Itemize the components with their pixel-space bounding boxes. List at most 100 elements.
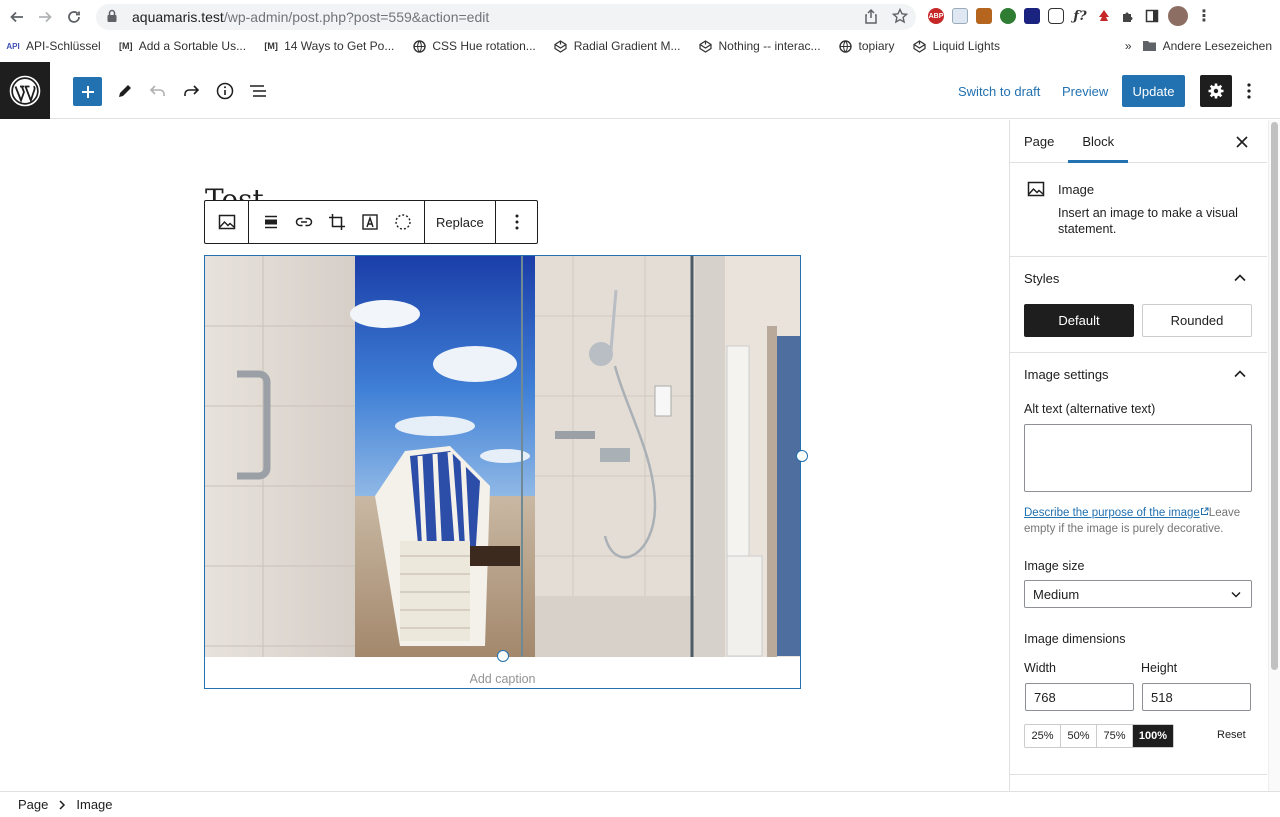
page-title[interactable]: Test	[205, 186, 285, 200]
plus-icon	[81, 85, 94, 98]
percent-75-button[interactable]: 75%	[1097, 725, 1133, 747]
bookmark-item[interactable]: Radial Gradient M...	[554, 39, 680, 53]
list-view-button[interactable]	[243, 76, 273, 106]
alt-text-input[interactable]	[1024, 424, 1252, 492]
color-picker-extension-icon[interactable]	[976, 8, 992, 24]
block-type-button[interactable]	[205, 201, 248, 243]
crop-icon	[328, 214, 345, 230]
edit-mode-button[interactable]	[110, 76, 140, 106]
image-size-label: Image size	[1024, 559, 1085, 573]
bookmark-label: Add a Sortable Us...	[138, 39, 247, 53]
settings-button[interactable]	[1200, 75, 1232, 107]
bookmark-item[interactable]: Liquid Lights	[913, 39, 1000, 53]
update-button[interactable]: Update	[1122, 75, 1185, 107]
chevron-up-icon	[1234, 370, 1246, 378]
breadcrumb-image[interactable]: Image	[76, 797, 112, 812]
chevron-down-icon	[1231, 591, 1241, 598]
align-button[interactable]	[254, 201, 287, 243]
close-icon[interactable]	[1232, 132, 1252, 152]
wordpress-logo-button[interactable]	[0, 62, 50, 119]
bookmark-item[interactable]: CSS Hue rotation...	[412, 39, 536, 53]
reset-button[interactable]: Reset	[1217, 729, 1246, 741]
undo-icon	[149, 85, 165, 96]
sidebar-tabs: Page Block	[1010, 120, 1267, 163]
options-menu-icon[interactable]	[1240, 76, 1258, 106]
replace-button[interactable]: Replace	[425, 201, 495, 243]
tab-block[interactable]: Block	[1068, 120, 1129, 163]
percent-25-button[interactable]: 25%	[1025, 725, 1061, 747]
text-overlay-button[interactable]	[353, 201, 386, 243]
reload-icon[interactable]	[59, 2, 89, 32]
share-icon[interactable]	[864, 8, 878, 27]
describe-purpose-link[interactable]: Describe the purpose of the image	[1024, 507, 1200, 519]
settings-sidebar: Page Block Image Insert an image to make…	[1009, 120, 1267, 791]
block-options-icon[interactable]	[496, 201, 539, 243]
info-icon	[216, 82, 234, 100]
percentage-buttons: 25% 50% 75% 100%	[1024, 724, 1174, 748]
other-bookmarks-folder[interactable]: Andere Lesezeichen	[1142, 39, 1272, 53]
details-button[interactable]	[210, 76, 240, 106]
align-center-icon	[264, 215, 277, 229]
adblock-extension-icon[interactable]: ABP	[928, 8, 944, 24]
bookmark-item[interactable]: topiary	[839, 39, 895, 53]
styles-panel-toggle[interactable]: Styles	[1024, 271, 1059, 286]
forward-icon[interactable]	[30, 2, 60, 32]
tree-extension-icon[interactable]	[1096, 8, 1112, 24]
other-bookmarks-label: Andere Lesezeichen	[1162, 39, 1272, 53]
style-rounded-button[interactable]: Rounded	[1142, 304, 1252, 337]
link-icon	[295, 217, 312, 227]
font-extension-icon[interactable]: ƒ?	[1072, 8, 1088, 24]
more-bookmarks-button[interactable]: »	[1125, 39, 1132, 53]
duotone-button[interactable]	[386, 201, 419, 243]
sidepanel-icon[interactable]	[1144, 8, 1160, 24]
reader-extension-icon[interactable]	[952, 8, 968, 24]
alt-text-label: Alt text (alternative text)	[1024, 402, 1156, 416]
redo-button[interactable]	[176, 76, 206, 106]
image-settings-panel-toggle[interactable]: Image settings	[1024, 367, 1109, 382]
resize-handle-bottom[interactable]	[497, 650, 509, 662]
puzzle-extensions-icon[interactable]	[1120, 8, 1136, 24]
percent-100-button[interactable]: 100%	[1133, 725, 1173, 747]
width-input[interactable]: 768	[1025, 683, 1134, 711]
style-default-button[interactable]: Default	[1024, 304, 1134, 337]
sidebar-scrollbar[interactable]	[1268, 120, 1280, 791]
caption-input[interactable]: Add caption	[205, 672, 800, 686]
codepen-icon	[698, 39, 712, 53]
medium-icon: [M]	[264, 41, 278, 51]
image-block[interactable]: Add caption	[204, 255, 808, 689]
height-input[interactable]: 518	[1142, 683, 1251, 711]
breadcrumb: Page Image	[0, 791, 1280, 817]
undo-button[interactable]	[143, 76, 173, 106]
address-bar[interactable]: aquamaris.test/wp-admin/post.php?post=55…	[96, 4, 916, 30]
browser-menu-icon[interactable]: ⋮	[1196, 8, 1212, 25]
image-size-select[interactable]: Medium	[1024, 580, 1252, 608]
scrollbar-thumb[interactable]	[1271, 122, 1278, 670]
image-icon	[218, 214, 235, 230]
bookmark-label: CSS Hue rotation...	[432, 39, 536, 53]
list-view-icon	[250, 85, 266, 97]
editor-canvas: Test Replace	[0, 120, 1008, 791]
bookmark-star-icon[interactable]	[891, 7, 909, 27]
switch-to-draft-button[interactable]: Switch to draft	[958, 84, 1040, 99]
breadcrumb-page[interactable]: Page	[18, 797, 48, 812]
preview-button[interactable]: Preview	[1062, 84, 1108, 99]
profile-avatar[interactable]	[1168, 6, 1188, 26]
add-block-button[interactable]	[73, 77, 102, 106]
crop-button[interactable]	[320, 201, 353, 243]
medium-icon: [M]	[118, 41, 133, 51]
bookmark-item[interactable]: Nothing -- interac...	[698, 39, 821, 53]
bookmark-item[interactable]: [M] Add a Sortable Us...	[119, 39, 246, 53]
tab-page[interactable]: Page	[1010, 120, 1068, 163]
bathroom-photo[interactable]	[205, 256, 800, 657]
wave-extension-icon[interactable]	[1024, 8, 1040, 24]
back-icon[interactable]	[2, 2, 32, 32]
percent-50-button[interactable]: 50%	[1061, 725, 1097, 747]
bookmark-item[interactable]: API API-Schlüssel	[6, 39, 100, 53]
browser-toolbar: aquamaris.test/wp-admin/post.php?post=55…	[0, 0, 1280, 34]
resize-handle-right[interactable]	[796, 450, 808, 462]
block-description: Insert an image to make a visual stateme…	[1058, 206, 1238, 236]
link-button[interactable]	[287, 201, 320, 243]
bookmark-item[interactable]: [M] 14 Ways to Get Po...	[264, 39, 394, 53]
refresh-extension-icon[interactable]	[1000, 8, 1016, 24]
visbug-extension-icon[interactable]	[1048, 8, 1064, 24]
